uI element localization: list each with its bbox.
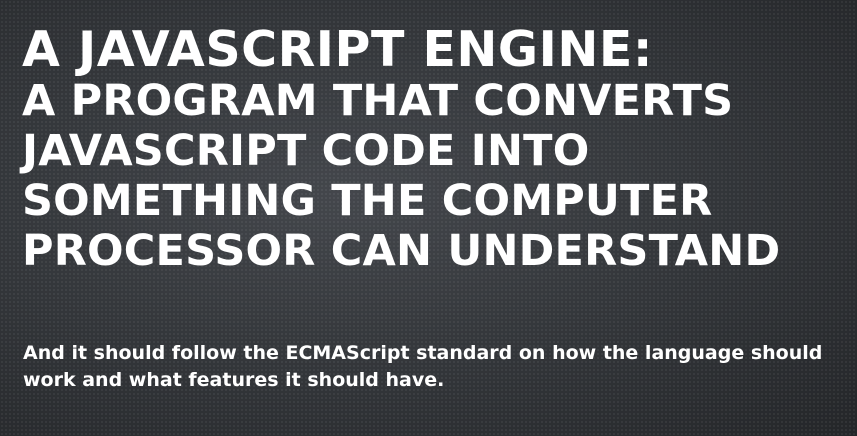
slide-title-definition: A PROGRAM THAT CONVERTS JAVASCRIPT CODE …	[22, 76, 781, 276]
slide-title: A JAVASCRIPT ENGINE: A PROGRAM THAT CONV…	[22, 21, 842, 277]
slide: A JAVASCRIPT ENGINE: A PROGRAM THAT CONV…	[0, 0, 857, 436]
slide-title-heading: A JAVASCRIPT ENGINE:	[22, 21, 653, 78]
slide-body-text: And it should follow the ECMAScript stan…	[23, 342, 823, 391]
